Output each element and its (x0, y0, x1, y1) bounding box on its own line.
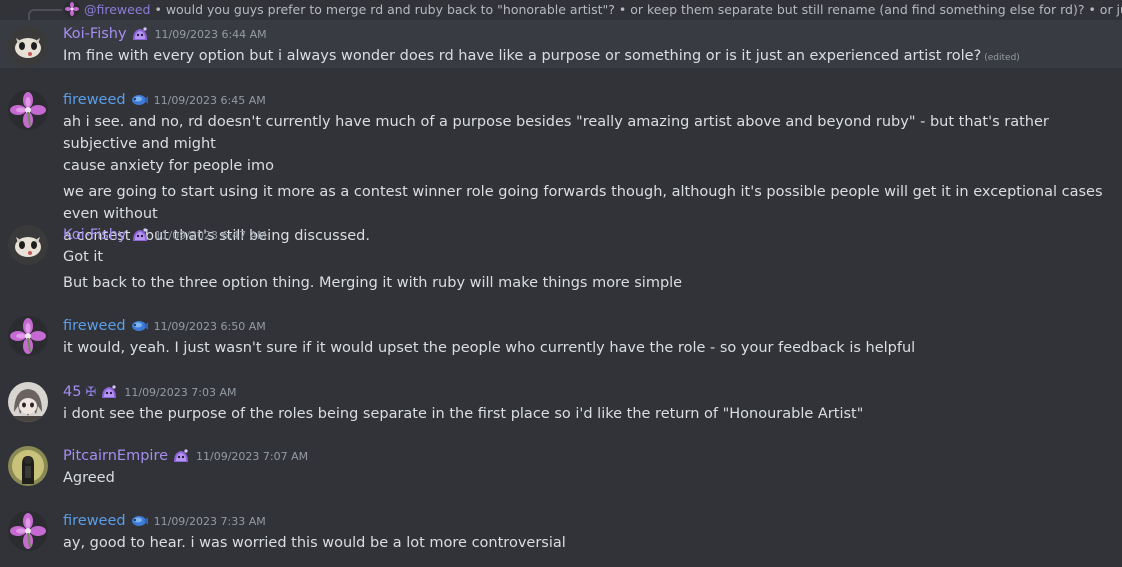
reply-author[interactable]: @fireweed (84, 2, 150, 17)
message: fireweed 11/09/2023 7:33 AM ay, good to … (0, 507, 1122, 561)
timestamp[interactable]: 11/09/2023 6:44 AM (155, 28, 267, 41)
edited-label: (edited) (984, 53, 1020, 63)
blue-fish-badge-icon[interactable] (130, 512, 148, 530)
purple-slime-badge-icon[interactable] (100, 383, 118, 401)
message: PitcairnEmpire 11/09/2023 7:07 AM Agreed (0, 442, 1122, 490)
purple-slime-badge-icon[interactable] (131, 25, 149, 43)
timestamp[interactable]: 11/09/2023 6:47 AM (155, 229, 267, 242)
username[interactable]: Koi-Fishy (63, 227, 127, 243)
username[interactable]: 45 (63, 384, 81, 400)
reply-inner: @fireweed • would you guys prefer to mer… (64, 1, 1122, 17)
message-text: cause anxiety for people imo (63, 158, 274, 174)
avatar-fireweed[interactable] (8, 316, 48, 356)
message-header: fireweed 11/09/2023 7:33 AM (63, 510, 1114, 532)
timestamp[interactable]: 11/09/2023 7:07 AM (196, 450, 308, 463)
purple-slime-badge-icon[interactable] (131, 226, 149, 244)
reply-preview[interactable]: @fireweed • would you guys prefer to mer… (0, 0, 1122, 20)
avatar-45[interactable] (8, 382, 48, 422)
message-text: ah i see. and no, rd doesn't currently h… (63, 114, 1049, 152)
message-text: Im fine with every option but i always w… (63, 48, 982, 64)
message-header: fireweed 11/09/2023 6:50 AM (63, 315, 1114, 337)
message-header: Koi-Fishy 11/09/2023 6:44 AM (63, 23, 1114, 45)
timestamp[interactable]: 11/09/2023 7:03 AM (124, 386, 236, 399)
purple-slime-badge-icon[interactable] (172, 447, 190, 465)
message: fireweed 11/09/2023 6:50 AM it would, ye… (0, 312, 1122, 360)
username[interactable]: fireweed (63, 513, 126, 529)
message-text: Got it (63, 249, 104, 265)
timestamp[interactable]: 11/09/2023 6:50 AM (154, 320, 266, 333)
message-text: i dont see the purpose of the roles bein… (63, 406, 864, 422)
reply-text[interactable]: • would you guys prefer to merge rd and … (154, 2, 1122, 17)
message-header: PitcairnEmpire 11/09/2023 7:07 AM (63, 445, 1114, 467)
username[interactable]: fireweed (63, 318, 126, 334)
timestamp[interactable]: 11/09/2023 6:45 AM (154, 94, 266, 107)
message-header: 45 ✠ 11/09/2023 7:03 AM (63, 381, 1114, 403)
message: Koi-Fishy 11/09/2023 6:47 AM Got it But … (0, 221, 1122, 293)
avatar-pitcairnempire[interactable] (8, 446, 48, 486)
message-text: we are going to start using it more as a… (63, 184, 1103, 222)
username[interactable]: PitcairnEmpire (63, 448, 168, 464)
message-header: Koi-Fishy 11/09/2023 6:47 AM (63, 224, 1114, 246)
username[interactable]: Koi-Fishy (63, 26, 127, 42)
message: 45 ✠ 11/09/2023 7:03 AM i dont see the p… (0, 378, 1122, 426)
message: Koi-Fishy 11/09/2023 6:44 AM Im fine wit… (0, 20, 1122, 68)
avatar-fireweed[interactable] (8, 511, 48, 551)
username[interactable]: fireweed (63, 92, 126, 108)
cross-symbol: ✠ (85, 384, 97, 400)
avatar-fireweed[interactable] (8, 90, 48, 130)
reply-avatar (64, 1, 80, 17)
message-text: Agreed (63, 470, 115, 486)
message-text: But back to the three option thing. Merg… (63, 275, 683, 291)
message-text: it would, yeah. I just wasn't sure if it… (63, 340, 916, 356)
blue-fish-badge-icon[interactable] (130, 317, 148, 335)
timestamp[interactable]: 11/09/2023 7:33 AM (154, 515, 266, 528)
reply-spine (28, 9, 62, 20)
message-line: Im fine with every option but i always w… (63, 45, 1114, 69)
message-text: ay, good to hear. i was worried this wou… (63, 535, 566, 551)
avatar-koi-fishy[interactable] (8, 26, 48, 66)
blue-fish-badge-icon[interactable] (130, 91, 148, 109)
message-header: fireweed 11/09/2023 6:45 AM (63, 89, 1114, 111)
avatar-koi-fishy[interactable] (8, 225, 48, 265)
message: fireweed 11/09/2023 6:45 AM ah i see. an… (0, 86, 1122, 244)
